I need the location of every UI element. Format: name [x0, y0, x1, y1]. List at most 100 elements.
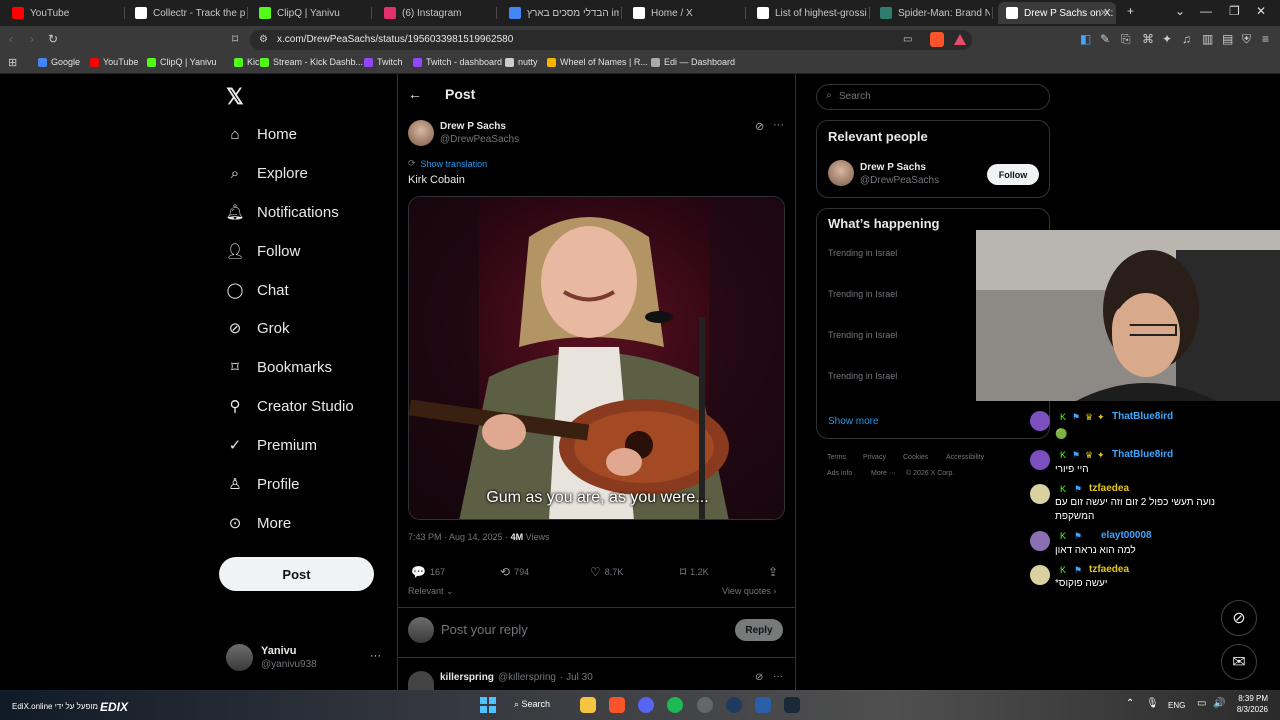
- reply-action[interactable]: 💬 167: [411, 565, 445, 579]
- bookmark-item[interactable]: Google: [38, 57, 80, 67]
- author-avatar[interactable]: [408, 120, 434, 146]
- browser-tab[interactable]: YouTube: [4, 2, 122, 24]
- browser-tab[interactable]: List of highest-grossing fi: [749, 2, 867, 24]
- app-icon[interactable]: [755, 697, 771, 713]
- nav-item-creator-studio[interactable]: ⚲ Creator Studio: [226, 397, 354, 416]
- like-action[interactable]: ♡ 8.7K: [590, 565, 623, 579]
- windows-start-icon[interactable]: [480, 697, 496, 713]
- browser-tab[interactable]: Collectr - Track the prices: [127, 2, 245, 24]
- bookmark-item[interactable]: nutty: [505, 57, 538, 67]
- account-name[interactable]: Yanivu: [261, 645, 296, 657]
- bookmark-item[interactable]: Twitch: [364, 57, 403, 67]
- x-logo[interactable]: 𝕏: [226, 84, 244, 110]
- grok-icon[interactable]: ⊘: [755, 672, 763, 683]
- back-icon[interactable]: ‹: [9, 32, 13, 46]
- footer-link[interactable]: Terms: [827, 454, 846, 461]
- language-indicator[interactable]: ENG: [1168, 701, 1185, 710]
- browser-tab[interactable]: ClipQ | Yanivu: [251, 2, 369, 24]
- bookmark-item[interactable]: YouTube: [90, 57, 138, 67]
- file-explorer-icon[interactable]: [580, 697, 596, 713]
- url-text[interactable]: x.com/DrewPeaSachs/status/19560339815199…: [277, 34, 513, 45]
- mic-icon[interactable]: 🎙: [1146, 698, 1159, 709]
- site-info-icon[interactable]: ⚙: [259, 34, 268, 45]
- nav-item-more[interactable]: ⊙ More: [226, 514, 291, 533]
- bookmark-item[interactable]: Wheel of Names | R...: [547, 57, 648, 67]
- reply-button[interactable]: Reply: [735, 619, 783, 641]
- sidebar-icon[interactable]: ▥: [1202, 32, 1213, 46]
- account-avatar[interactable]: [226, 644, 253, 671]
- footer-link[interactable]: Privacy: [863, 454, 886, 461]
- view-quotes-link[interactable]: View quotes ›: [722, 586, 776, 596]
- footer-link[interactable]: Cookies: [903, 454, 928, 461]
- back-arrow-icon[interactable]: ←: [408, 86, 422, 102]
- footer-link[interactable]: More ···: [871, 470, 896, 477]
- reload-icon[interactable]: ↻: [48, 32, 58, 46]
- puzzle-icon[interactable]: ✦: [1162, 32, 1172, 46]
- footer-link[interactable]: Accessibility: [946, 454, 984, 461]
- nav-item-home[interactable]: ⌂ Home: [226, 125, 297, 143]
- browser-tab[interactable]: (6) Instagram: [376, 2, 494, 24]
- browser-tab[interactable]: הבדלי מסכים בארץ imax: [501, 2, 619, 24]
- browser-tab[interactable]: Home / X: [625, 2, 743, 24]
- post-image[interactable]: Gum as you are, as you were...: [408, 196, 785, 520]
- tray-chevron-icon[interactable]: ⌃: [1126, 698, 1134, 709]
- tab-list-chevron-icon[interactable]: ⌄: [1175, 4, 1185, 18]
- menu-icon[interactable]: ≡: [1262, 32, 1269, 46]
- reply-author-name[interactable]: killerspring: [440, 672, 494, 683]
- repost-action[interactable]: ⟲ 794: [500, 565, 529, 579]
- trend-item[interactable]: Trending in Israel: [828, 330, 897, 340]
- post-more-icon[interactable]: ···: [773, 119, 784, 131]
- close-tab-icon[interactable]: ✕: [1100, 8, 1108, 19]
- steam-icon[interactable]: [784, 697, 800, 713]
- person-handle[interactable]: @DrewPeaSachs: [860, 175, 939, 186]
- bookmark-item[interactable]: ClipQ | Yanivu: [147, 57, 217, 67]
- brave-icon[interactable]: [609, 697, 625, 713]
- nav-item-premium[interactable]: ✓ Premium: [226, 436, 317, 455]
- close-window-button[interactable]: ✕: [1256, 4, 1266, 18]
- trend-item[interactable]: Trending in Israel: [828, 371, 897, 381]
- bookmark-action[interactable]: ⌑ 1.2K: [680, 565, 709, 579]
- author-handle[interactable]: @DrewPeaSachs: [440, 134, 519, 145]
- forward-icon[interactable]: ›: [30, 32, 34, 46]
- new-tab-button[interactable]: +: [1127, 4, 1134, 18]
- nav-item-profile[interactable]: ♙ Profile: [226, 475, 299, 494]
- bookmark-page-icon[interactable]: ⌑: [232, 32, 238, 46]
- volume-icon[interactable]: 🔊: [1213, 698, 1225, 709]
- person-avatar[interactable]: [828, 160, 854, 186]
- post-button[interactable]: Post: [219, 557, 374, 591]
- cast-icon[interactable]: ▭: [903, 34, 912, 45]
- follow-button[interactable]: Follow: [987, 164, 1039, 185]
- person-name[interactable]: Drew P Sachs: [860, 162, 926, 173]
- spotify-icon[interactable]: [667, 697, 683, 713]
- obs-icon[interactable]: [697, 697, 713, 713]
- clock-date[interactable]: 8/3/2026: [1230, 705, 1268, 714]
- extension-icon[interactable]: ⌘: [1142, 32, 1154, 46]
- messages-float-button[interactable]: ✉: [1221, 644, 1257, 680]
- sort-dropdown[interactable]: Relevant ⌄: [408, 586, 454, 597]
- share-action[interactable]: ⇪: [768, 565, 782, 579]
- brave-rewards-icon[interactable]: [954, 34, 966, 45]
- app-icon[interactable]: [726, 697, 742, 713]
- nav-item-notifications[interactable]: 🔔︎ Notifications: [225, 203, 338, 222]
- author-name[interactable]: Drew P Sachs: [440, 121, 506, 132]
- wallet-icon[interactable]: ▤: [1222, 32, 1233, 46]
- vpn-icon[interactable]: ⛨: [1242, 32, 1251, 47]
- reply-author-handle[interactable]: @killerspring: [498, 672, 556, 683]
- reply-author-avatar[interactable]: [408, 671, 434, 690]
- edit-icon[interactable]: ✎: [1100, 32, 1110, 46]
- show-more-link[interactable]: Show more: [828, 416, 879, 427]
- bookmark-item[interactable]: Stream - Kick Dashb...: [260, 57, 363, 67]
- brave-shield-icon[interactable]: [930, 32, 944, 47]
- browser-tab[interactable]: Spider-Man: Brand New D: [872, 2, 990, 24]
- bookmark-item[interactable]: Edi — Dashboard: [651, 57, 735, 67]
- show-translation-link[interactable]: ⟳ Show translation: [408, 158, 487, 169]
- reply-more-icon[interactable]: ···: [773, 671, 783, 682]
- account-handle[interactable]: @yanivu938: [261, 659, 317, 670]
- translate-ext-icon[interactable]: ⎘: [1121, 32, 1131, 47]
- nav-item-grok[interactable]: ⊘ Grok: [226, 319, 290, 338]
- taskbar-search[interactable]: ⌕ Search: [514, 699, 550, 710]
- grok-float-button[interactable]: ⊘: [1221, 600, 1257, 636]
- clock-time[interactable]: 8:39 PM: [1234, 694, 1268, 703]
- nav-item-explore[interactable]: ⌕ Explore: [226, 164, 308, 182]
- trend-item[interactable]: Trending in Israel: [828, 289, 897, 299]
